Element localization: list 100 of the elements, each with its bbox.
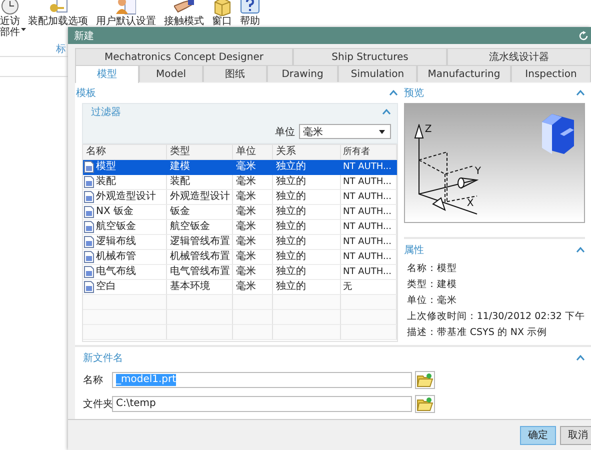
box-icon[interactable]	[212, 0, 232, 16]
table-row[interactable]: 电气布线 电气管线布置 毫米 独立的 NT AUTH...	[83, 265, 397, 280]
tab[interactable]: Manufacturing	[417, 65, 511, 82]
template-icon	[84, 161, 94, 173]
table-cell: 独立的	[276, 160, 306, 174]
table-row[interactable]: 航空钣金 航空钣金 毫米 独立的 NT AUTH...	[83, 220, 397, 235]
table-cell-text: NT AUTH...	[343, 251, 392, 264]
field-label: 单位	[274, 126, 295, 138]
table-cell: NX 钣金	[96, 205, 134, 219]
table-cell: 机械布管	[96, 250, 136, 264]
collapse-caret-icon[interactable]	[576, 247, 585, 253]
table-cell: 逻辑布线	[96, 235, 136, 249]
ribbon-label[interactable]: 窗口	[212, 16, 232, 27]
dropdown-arrow-icon	[378, 130, 385, 134]
table-cell: 毫米	[236, 265, 256, 279]
table-row[interactable]: 机械布管 机械管线布置 毫米 独立的 NT AUTH...	[83, 250, 397, 265]
table-cell: 装配	[170, 175, 190, 189]
table-cell-text: NT AUTH...	[343, 161, 392, 174]
table-cell: 独立的	[276, 190, 306, 204]
dialog-button[interactable]: 确定	[520, 426, 556, 444]
table-cell: 航空钣金	[96, 220, 136, 234]
tab[interactable]: Inspection	[511, 65, 591, 82]
ribbon-label[interactable]: 用户默认设置	[96, 16, 156, 27]
ribbon-label[interactable]: 帮助	[240, 16, 260, 27]
table-cell: 独立的	[276, 280, 306, 294]
template-icon	[84, 191, 94, 203]
solid-block-icon	[540, 112, 576, 156]
folder-icon	[417, 397, 433, 411]
table-row[interactable]: 装配 装配 毫米 独立的 NT AUTH...	[83, 175, 397, 190]
table-cell-text: NT AUTH...	[343, 206, 392, 219]
axis-label: Y	[474, 166, 481, 177]
section-title: 模板	[76, 86, 96, 100]
table-cell: 毫米	[236, 235, 256, 249]
property-text: 描述：带基准 CSYS 的 NX 示例	[406, 327, 548, 339]
axis-label: X	[466, 198, 474, 209]
table-cell: 电气布线	[96, 265, 136, 279]
table-cell: 空白	[96, 280, 116, 294]
table-cell: 毫米	[236, 220, 256, 234]
table-cell: 独立的	[276, 205, 306, 219]
table-cell-text: NT AUTH...	[343, 266, 392, 279]
group-label: 标	[56, 42, 66, 56]
property-text: 上次修改时间：11/30/2012 02:32 下午	[406, 311, 585, 323]
table-cell: 毫米	[236, 205, 256, 219]
template-icon	[84, 251, 94, 263]
table-cell: 独立的	[276, 265, 306, 279]
table-cell: 逻辑管线布置	[170, 235, 230, 249]
section-title: 过滤器	[91, 106, 121, 119]
dialog-button[interactable]: 取消	[560, 426, 591, 444]
ribbon-label[interactable]: 接触模式	[164, 16, 204, 27]
table-cell-text: NT AUTH...	[343, 176, 392, 189]
help-icon[interactable]	[240, 0, 260, 16]
section-title: 预览	[404, 87, 424, 100]
unit-dropdown[interactable]: 毫米	[298, 124, 391, 139]
folder-icon	[417, 373, 433, 387]
table-cell: 外观造型设计	[96, 190, 156, 204]
browse-button[interactable]	[415, 371, 435, 389]
table-cell: 毫米	[236, 280, 256, 294]
reset-icon[interactable]	[579, 30, 589, 40]
table-cell: 毫米	[236, 250, 256, 264]
table-row[interactable]: 逻辑布线 逻辑管线布置 毫米 独立的 NT AUTH...	[83, 235, 397, 250]
collapse-caret-icon[interactable]	[576, 90, 585, 96]
ribbon-label[interactable]: 装配加载选项	[28, 16, 88, 27]
table-cell: 建模	[170, 160, 190, 174]
collapse-caret-icon[interactable]	[576, 355, 585, 361]
collapse-caret-icon[interactable]	[382, 109, 391, 115]
table-cell: 毫米	[236, 175, 256, 189]
table-row[interactable]: NX 钣金 钣金 毫米 独立的 NT AUTH...	[83, 205, 397, 220]
table-cell-text: 无	[343, 281, 352, 294]
tab[interactable]: Mechatronics Concept Designer	[75, 48, 293, 65]
clock-icon[interactable]	[0, 0, 20, 16]
tab[interactable]: 模型	[75, 65, 139, 83]
tab[interactable]: 图纸	[203, 65, 267, 82]
input-field[interactable]: C:\temp	[112, 396, 412, 412]
window-title: 新建	[74, 30, 94, 42]
table-cell: 外观造型设计	[170, 190, 230, 204]
tab[interactable]: Model	[139, 65, 203, 82]
field-label: 名称	[83, 374, 104, 387]
tab[interactable]: Drawing	[267, 65, 338, 82]
table-cell: 独立的	[276, 220, 306, 234]
table-cell: 毫米	[236, 190, 256, 204]
template-icon	[84, 281, 94, 293]
template-icon	[84, 221, 94, 233]
template-icon	[84, 266, 94, 278]
template-icon	[84, 176, 94, 188]
property-text: 单位：毫米	[406, 295, 458, 307]
ribbon-label[interactable]: 部件	[0, 27, 20, 38]
table-cell: 基本环境	[170, 280, 210, 294]
table-cell: 机械管线布置	[170, 250, 230, 264]
table-row[interactable]: 外观造型设计 外观造型设计 毫米 独立的 NT AUTH...	[83, 190, 397, 205]
tab[interactable]: 流水线设计器	[447, 48, 591, 65]
browse-button[interactable]	[415, 395, 435, 413]
table-row[interactable]: 模型 建模 毫米 独立的 NT AUTH...	[83, 160, 397, 175]
tab[interactable]: Simulation	[338, 65, 417, 82]
collapse-caret-icon[interactable]	[388, 90, 398, 96]
table-cell: 电气管线布置	[170, 265, 230, 279]
table-cell: 模型	[96, 160, 116, 174]
person-document-icon[interactable]	[116, 0, 136, 16]
tab[interactable]: Ship Structures	[293, 48, 447, 65]
ribbon-label[interactable]: 近访	[0, 16, 20, 27]
table-cell: 航空钣金	[170, 220, 210, 234]
